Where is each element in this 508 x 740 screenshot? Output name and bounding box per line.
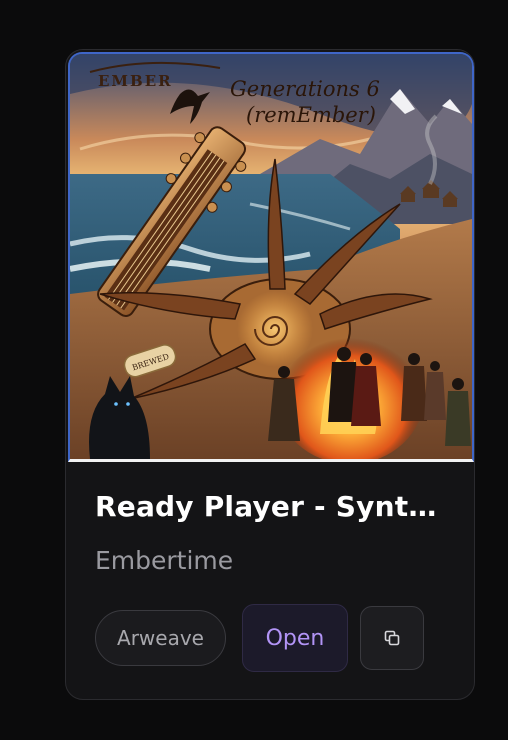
copy-icon bbox=[384, 630, 400, 646]
album-artwork-image: BREWED EMBER Generations 6 (remEmber) bbox=[70, 54, 472, 459]
track-title[interactable]: Ready Player - Syntr… bbox=[95, 490, 445, 523]
artwork-title-line2: (remEmber) bbox=[246, 103, 376, 127]
copy-button[interactable] bbox=[360, 606, 424, 670]
storage-tag: Arweave bbox=[95, 610, 226, 666]
artwork-title-line1: Generations 6 bbox=[230, 77, 380, 101]
artwork-brand-mark: EMBER bbox=[98, 72, 173, 90]
album-artwork[interactable]: BREWED EMBER Generations 6 (remEmber) bbox=[68, 52, 474, 462]
track-card: BREWED EMBER Generations 6 (remEmber) Re… bbox=[65, 49, 475, 700]
artist-name[interactable]: Embertime bbox=[95, 546, 233, 575]
open-button[interactable]: Open bbox=[242, 604, 348, 672]
